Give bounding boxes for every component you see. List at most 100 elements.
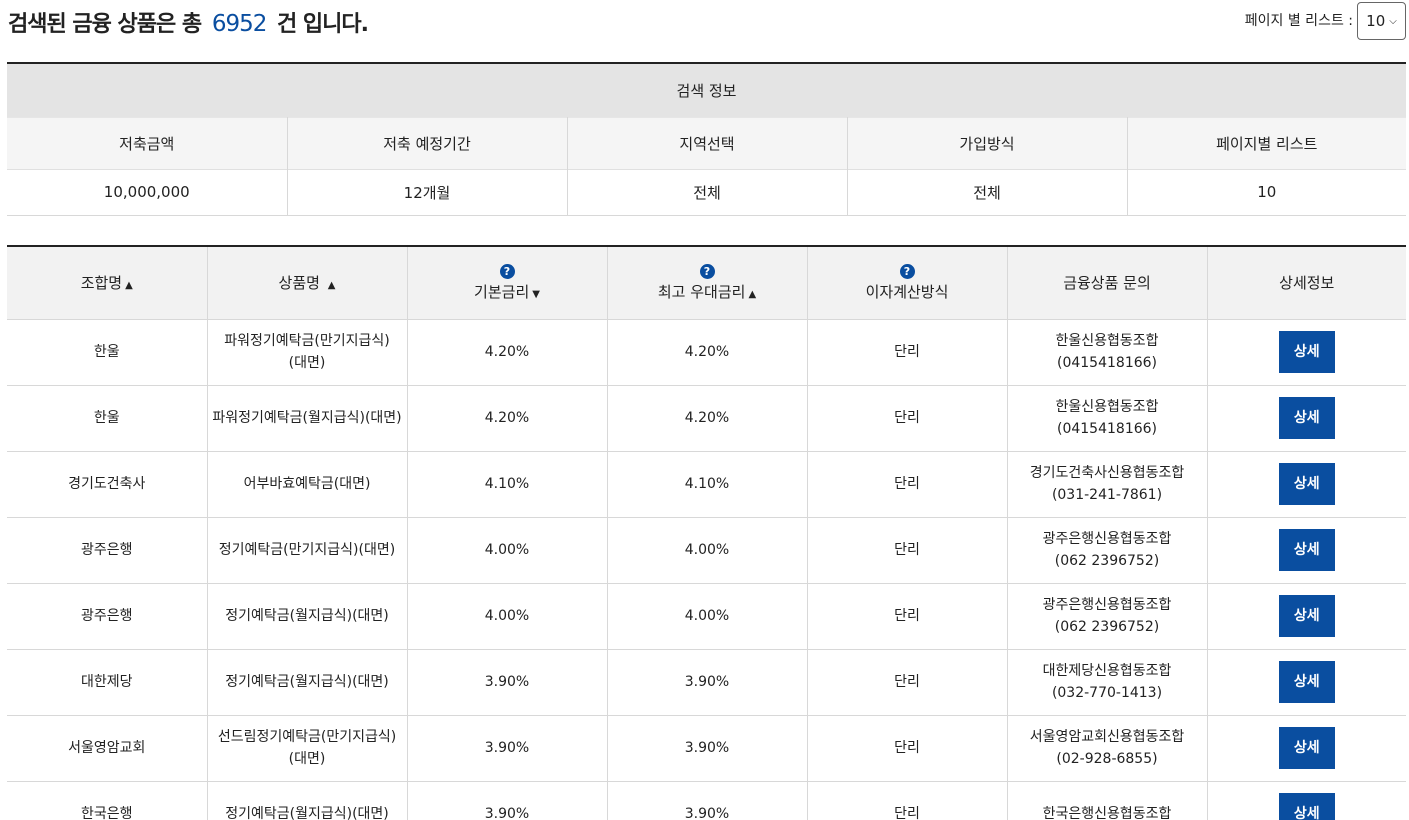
detail-button[interactable]: 상세	[1278, 463, 1335, 505]
help-icon[interactable]: ?	[499, 263, 515, 279]
detail-button[interactable]: 상세	[1278, 793, 1335, 820]
product-line: 정기예탁금(월지급식)(대면)	[225, 608, 389, 624]
detail-button[interactable]: 상세	[1278, 331, 1335, 373]
cell-inquiry: 광주은행신용협동조합 (062 2396752)	[1007, 517, 1208, 584]
table-row: 한울 파워정기예탁금(월지급식)(대면) 4.20% 4.20% 단리 한울신용…	[7, 385, 1406, 452]
inquiry-name: 한국은행신용협동조합	[1042, 806, 1172, 820]
cell-product: 파워정기예탁금(월지급식)(대면)	[207, 385, 408, 452]
inquiry-phone: (02-928-6855)	[1056, 751, 1158, 767]
table-row: 광주은행 정기예탁금(월지급식)(대면) 4.00% 4.00% 단리 광주은행…	[7, 583, 1406, 650]
cell-method: 단리	[807, 385, 1008, 452]
cell-method: 단리	[807, 649, 1008, 716]
cell-max-rate: 4.00%	[607, 583, 808, 650]
cell-base-rate: 3.90%	[407, 649, 608, 716]
result-title-prefix: 검색된 금융 상품은 총	[8, 12, 202, 37]
search-info-caption: 검색 정보	[7, 63, 1406, 117]
cell-base-rate: 4.20%	[407, 385, 608, 452]
cell-union: 경기도건축사	[7, 451, 208, 518]
table-row: 한울 파워정기예탁금(만기지급식) (대면) 4.20% 4.20% 단리 한울신…	[7, 319, 1406, 386]
per-page-value: 10	[1366, 12, 1386, 30]
col-max-rate-header[interactable]: ? 최고 우대금리 ▲	[607, 246, 808, 320]
inquiry-phone: (062 2396752)	[1054, 619, 1160, 635]
cell-base-rate: 4.00%	[407, 517, 608, 584]
cell-method: 단리	[807, 319, 1008, 386]
sort-down-icon[interactable]: ▼	[532, 289, 540, 300]
cell-inquiry: 한울신용협동조합 (0415418166)	[1007, 319, 1208, 386]
cell-detail: 상세	[1207, 715, 1406, 782]
inquiry-phone: (031-241-7861)	[1051, 487, 1163, 503]
help-icon[interactable]: ?	[699, 263, 715, 279]
cell-union: 한울	[7, 319, 208, 386]
sort-up-icon[interactable]: ▲	[748, 289, 756, 300]
search-info-header: 지역선택	[567, 116, 848, 169]
sort-up-icon[interactable]: ▲	[328, 280, 336, 291]
col-product-label: 상품명	[278, 274, 320, 293]
col-union-label: 조합명	[80, 274, 123, 293]
search-info-header: 페이지별 리스트	[1127, 116, 1406, 169]
cell-max-rate: 3.90%	[607, 649, 808, 716]
cell-product: 정기예탁금(월지급식)(대면)	[207, 649, 408, 716]
cell-detail: 상세	[1207, 319, 1406, 386]
cell-inquiry: 서울영암교회신용협동조합 (02-928-6855)	[1007, 715, 1208, 782]
product-line: 선드림정기예탁금(만기지급식)	[217, 729, 397, 745]
table-row: 광주은행 정기예탁금(만기지급식)(대면) 4.00% 4.00% 단리 광주은…	[7, 517, 1406, 584]
cell-inquiry: 광주은행신용협동조합 (062 2396752)	[1007, 583, 1208, 650]
cell-union: 한울	[7, 385, 208, 452]
sort-up-icon[interactable]: ▲	[125, 280, 133, 291]
cell-inquiry: 대한제당신용협동조합 (032-770-1413)	[1007, 649, 1208, 716]
cell-detail: 상세	[1207, 517, 1406, 584]
inquiry-phone: (0415418166)	[1057, 421, 1157, 437]
inquiry-name: 한울신용협동조합	[1055, 399, 1159, 415]
product-line: 정기예탁금(만기지급식)(대면)	[218, 542, 396, 558]
cell-base-rate: 4.00%	[407, 583, 608, 650]
result-header: 검색된 금융 상품은 총 6952 건 입니다. 페이지 별 리스트 : 10 …	[0, 0, 1409, 50]
detail-button[interactable]: 상세	[1278, 595, 1335, 637]
cell-detail: 상세	[1207, 781, 1406, 820]
product-line: (대면)	[288, 751, 326, 767]
cell-max-rate: 3.90%	[607, 715, 808, 782]
cell-max-rate: 4.00%	[607, 517, 808, 584]
cell-union: 광주은행	[7, 583, 208, 650]
chevron-down-icon: ⌵	[1389, 15, 1397, 27]
col-product-header[interactable]: 상품명 ▲	[207, 246, 408, 320]
cell-detail: 상세	[1207, 385, 1406, 452]
product-line: 어부바효예탁금(대면)	[243, 476, 371, 492]
col-calc-method-header: ? 이자계산방식	[807, 246, 1008, 320]
col-base-rate-header[interactable]: ? 기본금리 ▼	[407, 246, 608, 320]
inquiry-phone: (062 2396752)	[1054, 553, 1160, 569]
cell-inquiry: 경기도건축사신용협동조합 (031-241-7861)	[1007, 451, 1208, 518]
product-line: 정기예탁금(월지급식)(대면)	[225, 674, 389, 690]
cell-method: 단리	[807, 517, 1008, 584]
product-table: 조합명 ▲ 상품명 ▲ ? 기본금리 ▼ ? 최고 우대금리 ▲ ? 이자계산방…	[7, 245, 1406, 820]
per-page-label: 페이지 별 리스트 :	[1244, 13, 1353, 29]
col-calc-method-label: 이자계산방식	[865, 282, 949, 301]
cell-method: 단리	[807, 781, 1008, 820]
inquiry-name: 광주은행신용협동조합	[1042, 531, 1172, 547]
cell-detail: 상세	[1207, 649, 1406, 716]
inquiry-name: 경기도건축사신용협동조합	[1029, 465, 1185, 481]
per-page-select[interactable]: 10 ⌵	[1357, 2, 1406, 40]
cell-product: 정기예탁금(월지급식)(대면)	[207, 781, 408, 820]
cell-max-rate: 3.90%	[607, 781, 808, 820]
result-count: 6952	[211, 11, 268, 37]
search-info-value: 10	[1127, 168, 1406, 216]
search-info-header: 저축금액	[7, 116, 288, 169]
detail-button[interactable]: 상세	[1278, 529, 1335, 571]
cell-inquiry: 한울신용협동조합 (0415418166)	[1007, 385, 1208, 452]
search-info-value: 10,000,000	[7, 168, 288, 216]
detail-button[interactable]: 상세	[1278, 727, 1335, 769]
table-row: 한국은행 정기예탁금(월지급식)(대면) 3.90% 3.90% 단리 한국은행…	[7, 781, 1406, 820]
table-row: 대한제당 정기예탁금(월지급식)(대면) 3.90% 3.90% 단리 대한제당…	[7, 649, 1406, 716]
cell-detail: 상세	[1207, 451, 1406, 518]
inquiry-name: 한울신용협동조합	[1055, 333, 1159, 349]
product-line: 정기예탁금(월지급식)(대면)	[225, 806, 389, 820]
product-line: 파워정기예탁금(만기지급식)	[224, 333, 390, 349]
cell-product: 정기예탁금(만기지급식)(대면)	[207, 517, 408, 584]
inquiry-name: 광주은행신용협동조합	[1042, 597, 1172, 613]
detail-button[interactable]: 상세	[1278, 397, 1335, 439]
cell-base-rate: 4.10%	[407, 451, 608, 518]
detail-button[interactable]: 상세	[1278, 661, 1335, 703]
col-union-header[interactable]: 조합명 ▲	[7, 246, 208, 320]
cell-method: 단리	[807, 583, 1008, 650]
help-icon[interactable]: ?	[899, 263, 915, 279]
